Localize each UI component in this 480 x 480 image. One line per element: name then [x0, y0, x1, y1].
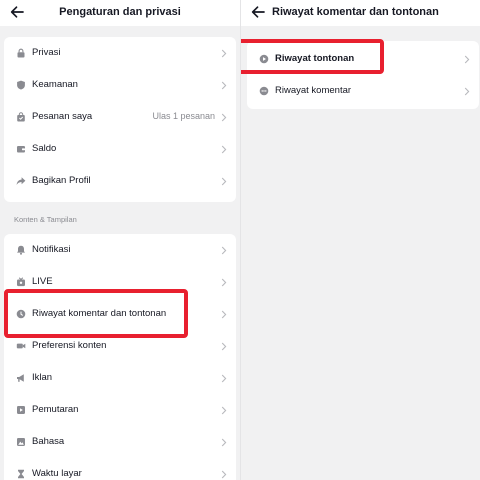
menu-item-privasi[interactable]: Privasi: [4, 37, 236, 69]
pending-review-status: Ulas 1 pesanan: [152, 111, 215, 121]
chevron-right-icon: [221, 49, 227, 58]
menu-item-riwayat-komentar-dan-tontonan[interactable]: Riwayat komentar dan tontonan: [4, 298, 236, 330]
chevron-right-icon: [221, 342, 227, 351]
bell-icon: [16, 245, 26, 255]
menu-item-iklan[interactable]: Iklan: [4, 362, 236, 394]
chevron-right-icon: [221, 374, 227, 383]
menu-item-live[interactable]: LIVE: [4, 266, 236, 298]
menu-item-label: Bahasa: [32, 436, 65, 447]
menu-item-label: Riwayat tontonan: [275, 53, 355, 64]
menu-item-label: Pesanan saya: [32, 111, 93, 122]
menu-item-waktu-layar[interactable]: Waktu layar: [4, 458, 236, 480]
play-box-icon: [16, 405, 26, 415]
menu-item-label: Saldo: [32, 143, 57, 154]
menu-item-riwayat-tontonan[interactable]: Riwayat tontonan: [247, 43, 479, 75]
clock-icon: [16, 309, 26, 319]
history-options-card: Riwayat tontonan Riwayat komentar: [247, 41, 479, 109]
settings-privacy-screen: Pengaturan dan privasi Privasi Keamanan …: [0, 0, 240, 480]
chevron-right-icon: [221, 177, 227, 186]
chevron-right-icon: [221, 406, 227, 415]
chevron-right-icon: [221, 310, 227, 319]
live-tv-icon: [16, 277, 26, 287]
menu-item-label: Preferensi konten: [32, 340, 107, 351]
chevron-right-icon: [464, 87, 470, 96]
menu-item-label: Iklan: [32, 372, 53, 383]
menu-item-label: LIVE: [32, 276, 53, 287]
menu-item-notifikasi[interactable]: Notifikasi: [4, 234, 236, 266]
menu-item-label: Waktu layar: [32, 468, 82, 479]
wallet-icon: [16, 144, 26, 154]
menu-item-riwayat-komentar[interactable]: Riwayat komentar: [247, 75, 479, 107]
back-arrow-icon[interactable]: [249, 3, 267, 21]
chevron-right-icon: [221, 278, 227, 287]
menu-item-label: Pemutaran: [32, 404, 79, 415]
chevron-right-icon: [221, 81, 227, 90]
hourglass-icon: [16, 469, 26, 479]
chevron-right-icon: [221, 470, 227, 479]
menu-item-label: Notifikasi: [32, 244, 71, 255]
megaphone-icon: [16, 373, 26, 383]
content-display-card: Notifikasi LIVE Riwayat komentar dan ton…: [4, 234, 236, 480]
page-title: Pengaturan dan privasi: [59, 6, 181, 18]
menu-item-label: Riwayat komentar dan tontonan: [32, 308, 167, 319]
menu-item-keamanan[interactable]: Keamanan: [4, 69, 236, 101]
top-bar: Riwayat komentar dan tontonan: [241, 0, 480, 26]
comment-icon: [259, 86, 269, 96]
chevron-right-icon: [221, 145, 227, 154]
video-camera-icon: [16, 341, 26, 351]
share-icon: [16, 176, 26, 186]
menu-item-pemutaran[interactable]: Pemutaran: [4, 394, 236, 426]
menu-item-preferensi-konten[interactable]: Preferensi konten: [4, 330, 236, 362]
chevron-right-icon: [221, 113, 227, 122]
section-header-konten-tampilan: Konten & Tampilan: [14, 215, 77, 224]
menu-item-saldo[interactable]: Saldo: [4, 133, 236, 165]
comment-watch-history-screen: Riwayat komentar dan tontonan Riwayat to…: [240, 0, 480, 480]
chevron-right-icon: [464, 55, 470, 64]
menu-item-label: Keamanan: [32, 79, 78, 90]
shield-icon: [16, 80, 26, 90]
account-settings-card: Privasi Keamanan Pesanan saya Ulas 1 pes…: [4, 37, 236, 202]
play-circle-icon: [259, 54, 269, 64]
shopping-bag-icon: [16, 112, 26, 122]
menu-item-label: Riwayat komentar: [275, 85, 352, 96]
page-title: Riwayat komentar dan tontonan: [272, 6, 439, 18]
menu-item-pesanan-saya[interactable]: Pesanan saya Ulas 1 pesanan: [4, 101, 236, 133]
menu-item-label: Bagikan Profil: [32, 175, 91, 186]
image-icon: [16, 437, 26, 447]
chevron-right-icon: [221, 246, 227, 255]
menu-item-label: Privasi: [32, 47, 61, 58]
lock-icon: [16, 48, 26, 58]
menu-item-bahasa[interactable]: Bahasa: [4, 426, 236, 458]
top-bar: Pengaturan dan privasi: [0, 0, 240, 26]
menu-item-bagikan-profil[interactable]: Bagikan Profil: [4, 165, 236, 197]
chevron-right-icon: [221, 438, 227, 447]
